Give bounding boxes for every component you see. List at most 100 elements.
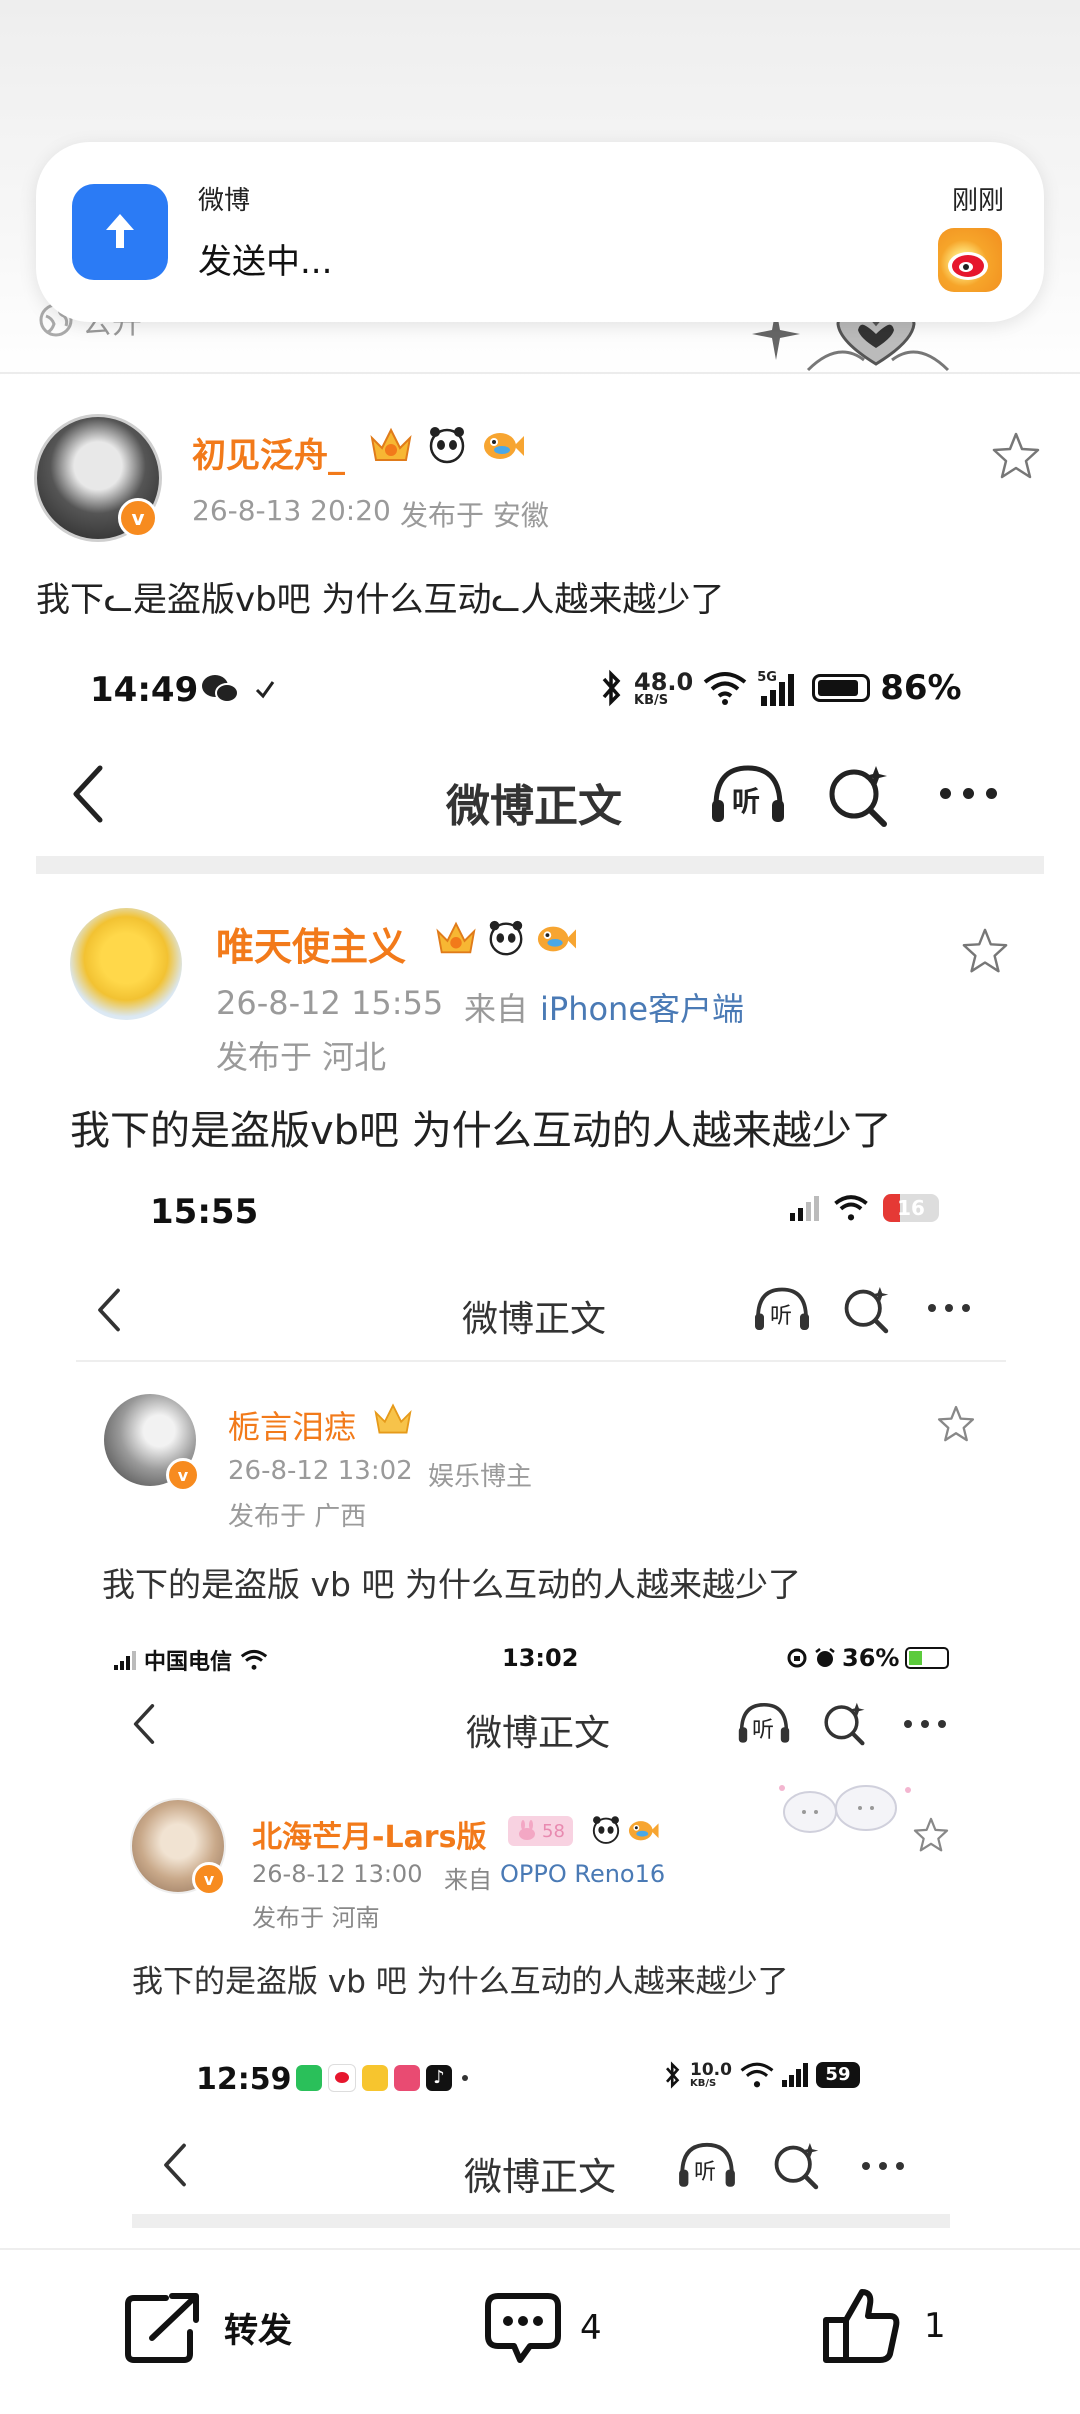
- back-arrow-icon[interactable]: [94, 1284, 124, 1336]
- username[interactable]: 北海芒月-Lars版: [252, 1812, 486, 1856]
- device-link[interactable]: OPPO Reno16: [500, 1860, 665, 1888]
- alarm-icon: [815, 1648, 835, 1667]
- username[interactable]: 初见泛舟_: [192, 428, 345, 477]
- user-badges: [590, 1814, 660, 1846]
- favorite-star-icon[interactable]: [990, 430, 1042, 482]
- status-icons-right: 36%: [786, 1644, 950, 1672]
- divider: [36, 856, 1044, 874]
- battery-level: 59: [825, 2064, 851, 2085]
- search-sparkle-icon[interactable]: [842, 1284, 892, 1334]
- panda-icon: [489, 920, 523, 956]
- status-time: 13:02: [502, 1644, 579, 1672]
- carrier-name: 中国电信: [144, 1650, 233, 1675]
- comment-count: 4: [580, 2308, 602, 2348]
- post-timestamp: 26-8-12 13:00: [252, 1860, 423, 1888]
- nav-title: 微博正文: [462, 1299, 607, 1340]
- avatar[interactable]: [70, 908, 182, 1020]
- battery-icon: [905, 1647, 950, 1669]
- post-text: 我下的是盗版vb吧 为什么互动的人越来越少了: [70, 1108, 892, 1154]
- cellular-signal: [781, 2063, 808, 2087]
- post-location: 发布于 广西: [228, 1502, 367, 1532]
- app-icon: [362, 2065, 388, 2091]
- status-icons-left: [200, 672, 276, 706]
- checkmark-icon: [255, 681, 275, 699]
- search-sparkle-icon[interactable]: [822, 1700, 868, 1746]
- post-timestamp: 26-8-12 15:55: [216, 984, 444, 1022]
- more-options-icon[interactable]: [904, 1720, 946, 1728]
- share-icon: [125, 2293, 199, 2363]
- more-dot-icon: [462, 2075, 468, 2081]
- net-speed: 10.0 KB/S: [690, 2061, 732, 2089]
- verified-badge-icon: v: [118, 498, 158, 538]
- lock-rotation-icon: [787, 1648, 807, 1668]
- back-arrow-icon[interactable]: [160, 2140, 190, 2190]
- crown-icon: [370, 427, 412, 461]
- battery-level: 86%: [880, 668, 962, 708]
- back-arrow-icon[interactable]: [68, 762, 108, 826]
- cellular-signal: [790, 1195, 819, 1221]
- search-sparkle-icon[interactable]: [826, 762, 892, 828]
- favorite-star-icon[interactable]: [936, 1404, 976, 1444]
- divider: [132, 2214, 950, 2228]
- more-options-icon[interactable]: [940, 788, 997, 799]
- status-time: 14:49: [90, 670, 199, 710]
- from-label: 来自: [464, 990, 529, 1028]
- listen-button[interactable]: 听: [708, 762, 788, 826]
- status-icons-right: 10.0 KB/S 59: [664, 2060, 860, 2090]
- comment-button[interactable]: 4: [484, 2290, 602, 2366]
- fish-badge-icon: [628, 1821, 659, 1841]
- battery-level: 16: [897, 1196, 925, 1220]
- user-badges: [434, 918, 578, 958]
- post-location: 发布于 安徽: [400, 499, 549, 532]
- more-options-icon[interactable]: [928, 1304, 970, 1312]
- notification-message: 发送中...: [198, 242, 333, 282]
- upload-app-icon: [72, 184, 168, 280]
- search-sparkle-icon[interactable]: [772, 2140, 822, 2190]
- favorite-star-icon[interactable]: [960, 926, 1010, 976]
- post-text: 我下的是盗版 vb 吧 为什么互动的人越来越少了: [132, 1964, 789, 2000]
- post-text: 我下ᓚ是盗版vb吧 为什么互动ᓚ人越来越少了: [36, 580, 725, 620]
- notification-app-name: 微博: [198, 186, 251, 216]
- upload-notification[interactable]: 微博 发送中... 刚刚: [36, 142, 1044, 322]
- username[interactable]: 栀言泪痣: [228, 1402, 356, 1448]
- username[interactable]: 唯天使主义: [216, 916, 406, 971]
- wechat-icon: [202, 675, 239, 703]
- listen-label: 听: [770, 1304, 793, 1329]
- status-time: 12:59: [196, 2062, 292, 2097]
- bluetooth-icon: [602, 669, 621, 707]
- thumbs-up-icon: [823, 2289, 900, 2363]
- weibo-app-icon: [328, 2064, 356, 2092]
- verified-badge-icon: v: [192, 1862, 226, 1896]
- listen-button[interactable]: 听: [736, 1700, 792, 1746]
- notification-icons: ♪: [296, 2064, 468, 2092]
- wifi-icon: [740, 2062, 774, 2088]
- post-timestamp: 26-8-12 13:02: [228, 1456, 413, 1486]
- net-speed: 48.0 KB/S: [634, 670, 693, 707]
- net-speed-unit: KB/S: [690, 2077, 717, 2089]
- nav-title: 微博正文: [464, 2155, 617, 2199]
- like-button[interactable]: 1: [822, 2286, 946, 2366]
- app-icon: [394, 2065, 420, 2091]
- listen-label: 听: [732, 785, 761, 818]
- status-bar-left: 中国电信: [114, 1644, 268, 1676]
- battery-level: 36%: [842, 1644, 900, 1672]
- wechat-app-icon: [296, 2065, 322, 2091]
- listen-button[interactable]: 听: [676, 2140, 738, 2190]
- divider: [0, 372, 1080, 374]
- repost-button[interactable]: 转发: [124, 2290, 292, 2364]
- more-options-icon[interactable]: [862, 2162, 904, 2170]
- back-arrow-icon[interactable]: [130, 1700, 158, 1748]
- fish-badge-icon: [484, 433, 524, 459]
- wifi-icon: [240, 1649, 268, 1670]
- listen-button[interactable]: 听: [752, 1284, 812, 1334]
- crown-icon: [374, 1403, 412, 1434]
- device-link[interactable]: iPhone客户端: [540, 984, 744, 1030]
- panda-icon: [429, 427, 465, 464]
- post-text: 我下的是盗版 vb 吧 为什么互动的人越来越少了: [102, 1565, 801, 1604]
- user-tag: 娱乐博主: [428, 1462, 533, 1492]
- repost-label: 转发: [224, 2310, 292, 2351]
- rabbit-icon: [519, 1820, 535, 1840]
- listen-label: 听: [694, 2160, 717, 2185]
- favorite-star-icon[interactable]: [912, 1816, 950, 1854]
- status-icons-right: 48.0 KB/S 5G 86%: [600, 668, 962, 708]
